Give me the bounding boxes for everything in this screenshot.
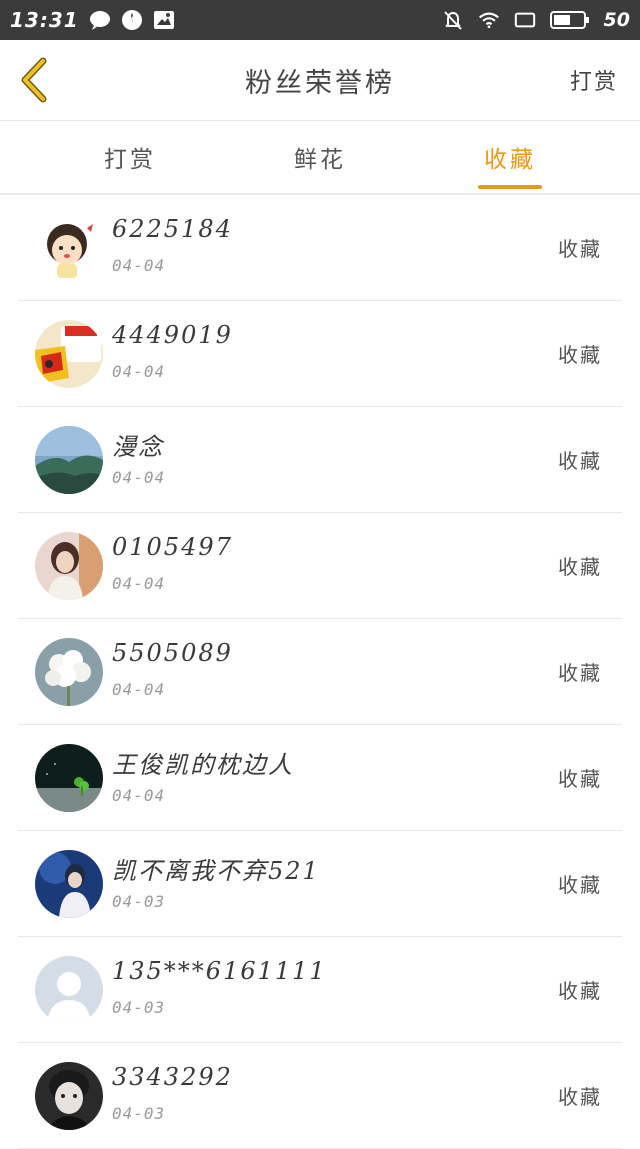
user-name: 4449019	[112, 321, 233, 349]
avatar	[35, 532, 103, 600]
favorite-label: 收藏	[558, 449, 602, 473]
avatar	[35, 1062, 103, 1130]
tab-label: 打赏	[104, 147, 156, 173]
date: 04-04	[112, 362, 166, 381]
favorite-label: 收藏	[558, 767, 602, 791]
mute-bell-icon	[442, 9, 464, 31]
status-time: 13:31	[10, 8, 79, 32]
date: 04-04	[112, 680, 166, 699]
date: 04-03	[112, 1104, 166, 1123]
reward-action-button[interactable]: 打赏	[570, 40, 618, 120]
list-item[interactable]: 5505089 04-04 收藏	[18, 619, 622, 725]
tab-label: 鲜花	[294, 147, 346, 173]
avatar	[35, 426, 103, 494]
tab-label: 收藏	[484, 147, 536, 173]
favorite-label: 收藏	[558, 661, 602, 685]
avatar	[35, 320, 103, 388]
avatar	[35, 850, 103, 918]
user-name: 3343292	[112, 1063, 233, 1091]
image-app-icon	[153, 9, 175, 31]
favorite-label: 收藏	[558, 237, 602, 261]
user-name: 6225184	[112, 215, 233, 243]
title-bar: 粉丝荣誉榜 打赏	[0, 40, 640, 121]
wifi-icon	[478, 9, 500, 31]
battery-level: 50	[603, 9, 630, 31]
avatar	[35, 744, 103, 812]
list-item[interactable]: 6225184 04-04 收藏	[18, 195, 622, 301]
avatar-placeholder-icon	[35, 956, 103, 1024]
user-name: 5505089	[112, 639, 233, 667]
screen-frame-icon	[514, 9, 536, 31]
active-tab-indicator	[478, 185, 542, 189]
date: 04-04	[112, 468, 166, 487]
date: 04-04	[112, 574, 166, 593]
avatar	[35, 638, 103, 706]
fan-list: 6225184 04-04 收藏 4449019 04-04 收藏 漫念 04-…	[18, 195, 622, 1149]
user-name: 漫念	[112, 433, 164, 461]
tab-favorites[interactable]: 收藏	[450, 121, 570, 193]
list-item[interactable]: 3343292 04-03 收藏	[18, 1043, 622, 1149]
user-name: 0105497	[112, 533, 233, 561]
list-item[interactable]: 王俊凯的枕边人 04-04 收藏	[18, 725, 622, 831]
list-item[interactable]: 漫念 04-04 收藏	[18, 407, 622, 513]
shield-app-icon	[121, 9, 143, 31]
chat-bubble-icon	[89, 9, 111, 31]
avatar	[35, 214, 103, 282]
favorite-label: 收藏	[558, 1085, 602, 1109]
favorite-label: 收藏	[558, 555, 602, 579]
user-name: 135***6161111	[112, 957, 327, 985]
list-item[interactable]: 4449019 04-04 收藏	[18, 301, 622, 407]
list-item[interactable]: 135***6161111 04-03 收藏	[18, 937, 622, 1043]
list-item[interactable]: 0105497 04-04 收藏	[18, 513, 622, 619]
list-item[interactable]: 凯不离我不弃521 04-03 收藏	[18, 831, 622, 937]
date: 04-04	[112, 786, 166, 805]
favorite-label: 收藏	[558, 979, 602, 1003]
battery-icon	[549, 9, 590, 31]
date: 04-03	[112, 998, 166, 1017]
page-title: 粉丝荣誉榜	[245, 67, 395, 99]
favorite-label: 收藏	[558, 873, 602, 897]
date: 04-04	[112, 256, 166, 275]
favorite-label: 收藏	[558, 343, 602, 367]
user-name: 凯不离我不弃521	[112, 857, 320, 885]
status-bar: 13:31 50	[0, 0, 640, 40]
user-name: 王俊凯的枕边人	[112, 751, 294, 779]
tab-reward[interactable]: 打赏	[70, 121, 190, 193]
tab-bar: 打赏 鲜花 收藏	[0, 121, 640, 195]
date: 04-03	[112, 892, 166, 911]
tab-flowers[interactable]: 鲜花	[260, 121, 380, 193]
